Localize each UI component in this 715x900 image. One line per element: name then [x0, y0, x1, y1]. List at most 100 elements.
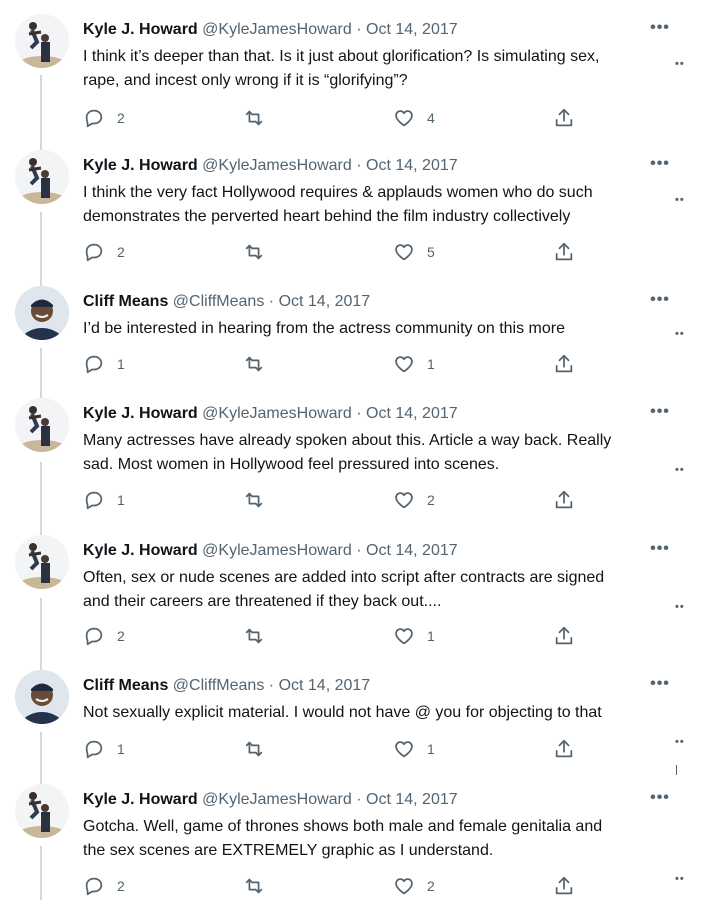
reply-button[interactable]: 1: [83, 488, 125, 512]
avatar[interactable]: [15, 670, 69, 724]
author-name[interactable]: Kyle J. Howard: [83, 542, 198, 559]
share-button[interactable]: [553, 352, 575, 376]
reply-icon: [85, 740, 103, 759]
retweet-icon: [245, 878, 263, 894]
side-dots: ••: [675, 736, 685, 748]
tweet-header: Kyle J. Howard @KyleJamesHoward · Oct 14…: [83, 156, 458, 176]
author-handle[interactable]: @KyleJamesHoward: [202, 791, 352, 808]
retweet-button[interactable]: [243, 106, 277, 130]
avatar[interactable]: [15, 286, 69, 340]
avatar[interactable]: [15, 14, 69, 68]
retweet-icon: [245, 741, 263, 757]
author-handle[interactable]: @KyleJamesHoward: [202, 21, 352, 38]
author-name[interactable]: Kyle J. Howard: [83, 21, 198, 38]
author-handle[interactable]: @KyleJamesHoward: [202, 405, 352, 422]
author-name[interactable]: Kyle J. Howard: [83, 791, 198, 808]
more-icon[interactable]: •••: [650, 18, 670, 38]
like-count: 2: [427, 492, 435, 508]
share-button[interactable]: [553, 624, 575, 648]
more-icon[interactable]: •••: [650, 674, 670, 694]
tweet-date[interactable]: Oct 14, 2017: [279, 293, 371, 310]
reply-button[interactable]: 1: [83, 352, 125, 376]
author-handle[interactable]: @CliffMeans: [173, 293, 265, 310]
tweet[interactable]: Cliff Means @CliffMeans · Oct 14, 2017 •…: [0, 670, 715, 766]
like-button[interactable]: 5: [393, 240, 435, 264]
retweet-button[interactable]: [243, 874, 277, 898]
side-dots: ••: [675, 464, 685, 476]
tweet-date[interactable]: Oct 14, 2017: [366, 791, 458, 808]
separator-dot: ·: [356, 21, 362, 38]
tweet[interactable]: Kyle J. Howard @KyleJamesHoward · Oct 14…: [0, 14, 715, 130]
tweet[interactable]: Cliff Means @CliffMeans · Oct 14, 2017 •…: [0, 286, 715, 382]
tweet-date[interactable]: Oct 14, 2017: [366, 21, 458, 38]
side-dots: ••: [675, 873, 685, 885]
heart-icon: [395, 244, 413, 261]
author-handle[interactable]: @KyleJamesHoward: [202, 542, 352, 559]
retweet-button[interactable]: [243, 240, 277, 264]
retweet-button[interactable]: [243, 488, 277, 512]
reply-button[interactable]: 2: [83, 874, 125, 898]
more-icon[interactable]: •••: [650, 290, 670, 310]
heart-icon: [395, 110, 413, 127]
side-dots: ••: [675, 328, 685, 340]
author-handle[interactable]: @CliffMeans: [173, 677, 265, 694]
tweet-date[interactable]: Oct 14, 2017: [279, 677, 371, 694]
retweet-button[interactable]: [243, 737, 277, 761]
avatar[interactable]: [15, 398, 69, 452]
reply-count: 2: [117, 628, 125, 644]
reply-button[interactable]: 2: [83, 624, 125, 648]
side-dots: ••: [675, 194, 685, 206]
retweet-button[interactable]: [243, 352, 277, 376]
more-icon[interactable]: •••: [650, 402, 670, 422]
author-name[interactable]: Kyle J. Howard: [83, 405, 198, 422]
more-icon[interactable]: •••: [650, 539, 670, 559]
share-icon: [555, 739, 573, 758]
tweet[interactable]: Kyle J. Howard @KyleJamesHoward · Oct 14…: [0, 784, 715, 900]
reply-button[interactable]: 2: [83, 240, 125, 264]
tweet-text: I’d be interested in hearing from the ac…: [83, 320, 565, 337]
share-button[interactable]: [553, 240, 575, 264]
author-name[interactable]: Kyle J. Howard: [83, 157, 198, 174]
share-icon: [555, 354, 573, 373]
share-button[interactable]: [553, 874, 575, 898]
like-button[interactable]: 1: [393, 352, 435, 376]
tweet[interactable]: Kyle J. Howard @KyleJamesHoward · Oct 14…: [0, 398, 715, 514]
tweet-date[interactable]: Oct 14, 2017: [366, 157, 458, 174]
share-button[interactable]: [553, 106, 575, 130]
retweet-icon: [245, 110, 263, 126]
separator-dot: ·: [268, 293, 275, 310]
avatar[interactable]: [15, 535, 69, 589]
avatar[interactable]: [15, 150, 69, 204]
tweet-date[interactable]: Oct 14, 2017: [366, 405, 458, 422]
avatar[interactable]: [15, 784, 69, 838]
author-name[interactable]: Cliff Means: [83, 677, 168, 694]
like-button[interactable]: 2: [393, 874, 435, 898]
tweet-text: I think it’s deeper than that. Is it jus…: [83, 48, 600, 89]
author-name[interactable]: Cliff Means: [83, 293, 168, 310]
share-button[interactable]: [553, 488, 575, 512]
like-button[interactable]: 2: [393, 488, 435, 512]
author-handle[interactable]: @KyleJamesHoward: [202, 157, 352, 174]
tweet[interactable]: Kyle J. Howard @KyleJamesHoward · Oct 14…: [0, 150, 715, 266]
tweet[interactable]: Kyle J. Howard @KyleJamesHoward · Oct 14…: [0, 535, 715, 651]
share-icon: [555, 490, 573, 509]
separator-dot: ·: [356, 542, 362, 559]
like-button[interactable]: 1: [393, 624, 435, 648]
tweet-date[interactable]: Oct 14, 2017: [366, 542, 458, 559]
like-button[interactable]: 1: [393, 737, 435, 761]
tweet-actions: 2 1: [83, 624, 583, 648]
reply-button[interactable]: 2: [83, 106, 125, 130]
reply-icon: [85, 627, 103, 646]
more-icon[interactable]: •••: [650, 154, 670, 174]
retweet-button[interactable]: [243, 624, 277, 648]
like-count: 1: [427, 356, 435, 372]
separator-dot: ·: [356, 405, 362, 422]
more-icon[interactable]: •••: [650, 788, 670, 808]
reply-button[interactable]: 1: [83, 737, 125, 761]
tweet-text: Gotcha. Well, game of thrones shows both…: [83, 818, 603, 859]
tweet-actions: 1 1: [83, 737, 583, 761]
like-count: 5: [427, 244, 435, 260]
like-button[interactable]: 4: [393, 106, 435, 130]
share-button[interactable]: [553, 737, 575, 761]
tweet-actions: 2 2: [83, 874, 583, 898]
